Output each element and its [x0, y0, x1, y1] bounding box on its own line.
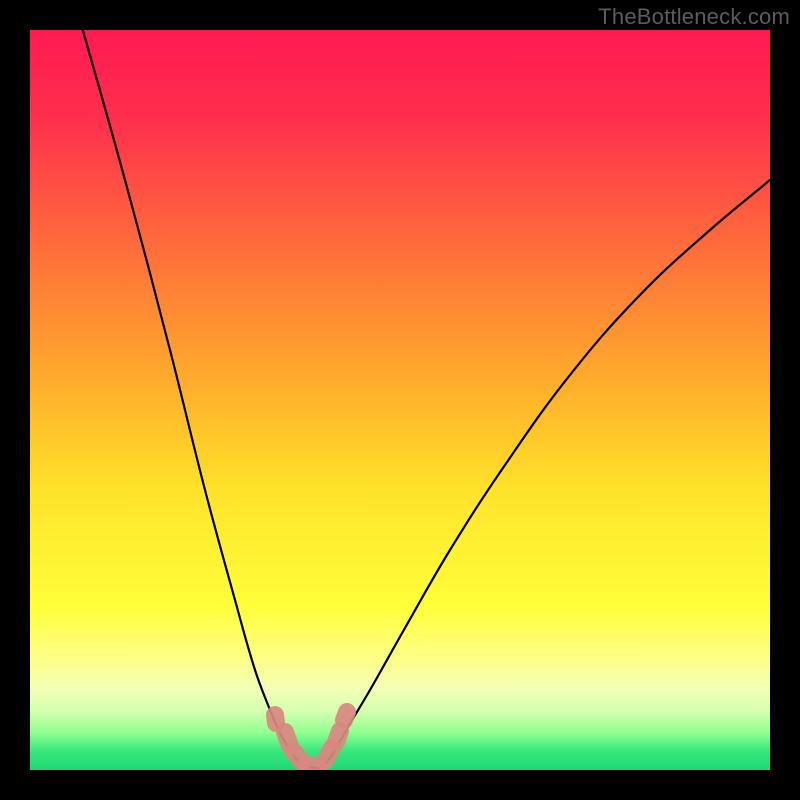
- marker-segment: [336, 731, 340, 742]
- marker-segment: [344, 712, 347, 720]
- marker-group: [275, 712, 347, 767]
- chart-overlay: [30, 30, 770, 770]
- watermark-text: TheBottleneck.com: [598, 4, 790, 30]
- bottleneck-curve: [80, 30, 770, 768]
- marker-segment: [285, 732, 290, 746]
- chart-plot-area: [30, 30, 770, 770]
- marker-segment: [306, 765, 318, 767]
- marker-segment: [325, 748, 332, 761]
- marker-segment: [275, 715, 276, 723]
